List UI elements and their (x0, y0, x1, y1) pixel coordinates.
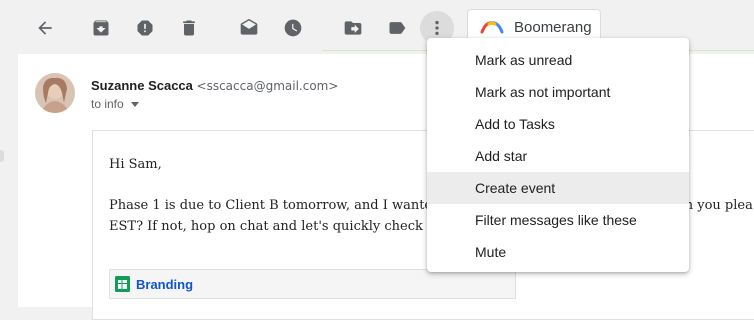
back-button[interactable] (28, 11, 62, 45)
menu-item-create-event[interactable]: Create event (427, 172, 689, 204)
sender-name[interactable]: Suzanne Scacca (91, 78, 193, 93)
snooze-button[interactable] (276, 11, 310, 45)
labels-button[interactable] (380, 11, 414, 45)
attachment-label: Branding (136, 276, 194, 292)
snooze-icon (284, 19, 302, 37)
greeting-text: Hi Sam, (109, 157, 162, 172)
recipient-details-toggle[interactable]: to info (91, 97, 139, 111)
menu-item-mute[interactable]: Mute (427, 236, 689, 268)
labels-icon (389, 22, 406, 34)
back-arrow-icon (38, 21, 52, 35)
attachment-chip[interactable]: Branding (109, 269, 516, 299)
body-line-left: Phase 1 is due to Client B tomorrow, and… (109, 198, 482, 213)
side-panel-handle[interactable] (0, 150, 4, 162)
archive-button[interactable] (84, 11, 118, 45)
more-options-menu: Mark as unread Mark as not important Add… (427, 38, 689, 272)
delete-icon (183, 20, 195, 36)
menu-item-filter-messages[interactable]: Filter messages like these (427, 204, 689, 236)
google-sheets-icon (115, 276, 130, 292)
sender-email: <sscacca@gmail.com> (196, 79, 339, 93)
mark-as-read-icon (240, 18, 258, 35)
archive-icon (93, 20, 109, 36)
avatar[interactable] (35, 73, 75, 113)
move-to-button[interactable] (336, 11, 370, 45)
menu-item-add-star[interactable]: Add star (427, 140, 689, 172)
more-vert-icon (435, 20, 439, 36)
boomerang-label: Boomerang (514, 18, 592, 36)
menu-item-mark-not-important[interactable]: Mark as not important (427, 76, 689, 108)
recipient-label: to info (91, 97, 124, 111)
report-spam-button[interactable] (128, 11, 162, 45)
avatar-photo (35, 73, 75, 113)
menu-item-add-to-tasks[interactable]: Add to Tasks (427, 108, 689, 140)
sender-line: Suzanne Scacca <sscacca@gmail.com> (91, 78, 338, 93)
caret-down-icon (130, 101, 139, 107)
mark-as-read-button[interactable] (232, 11, 266, 45)
boomerang-logo-icon (480, 21, 504, 34)
delete-button[interactable] (172, 11, 206, 45)
move-to-icon (344, 21, 362, 35)
report-spam-icon (137, 20, 153, 36)
menu-item-mark-unread[interactable]: Mark as unread (427, 44, 689, 76)
